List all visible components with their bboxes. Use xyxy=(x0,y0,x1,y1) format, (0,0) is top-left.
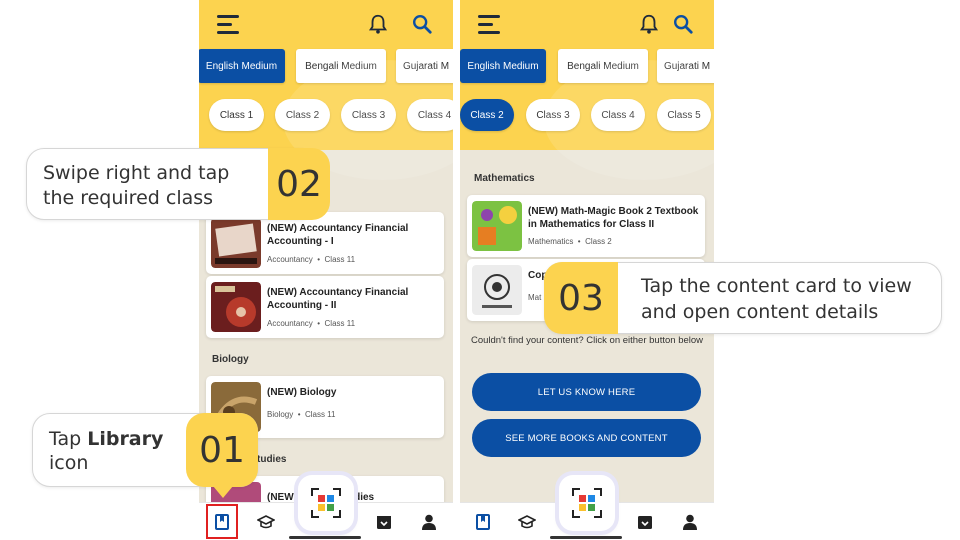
search-icon[interactable] xyxy=(411,12,433,36)
class-chip[interactable]: Class 3 xyxy=(526,99,580,131)
hamburger-icon[interactable] xyxy=(478,15,500,34)
card-title: (NEW) Accountancy Financial Accounting -… xyxy=(267,287,409,311)
home-indicator xyxy=(289,536,361,539)
section-label: Biology xyxy=(212,354,249,365)
let-us-know-button[interactable]: LET US KNOW HERE xyxy=(472,373,701,411)
callout-pointer xyxy=(213,486,233,498)
bell-icon[interactable] xyxy=(638,12,660,36)
help-text: Couldn't find your content? Click on eit… xyxy=(470,335,704,346)
medium-chip[interactable]: Gujarati M xyxy=(396,49,453,83)
courses-icon[interactable] xyxy=(518,513,536,531)
library-icon-highlight xyxy=(206,504,238,539)
step-number-2: 02 xyxy=(268,148,330,220)
card-meta: Accountancy • Class 11 xyxy=(267,255,356,264)
app-header: English Medium Bengali Medium Gujarati M… xyxy=(460,0,714,180)
profile-icon[interactable] xyxy=(681,513,699,531)
qr-scan-icon xyxy=(311,488,341,518)
content-card[interactable]: (NEW) Accountancy Financial Accounting -… xyxy=(206,276,444,338)
bell-icon[interactable] xyxy=(367,12,389,36)
callout-text: Swipe right and tap the required class xyxy=(43,162,230,209)
medium-chip[interactable]: English Medium xyxy=(199,49,285,83)
profile-icon[interactable] xyxy=(420,513,438,531)
step-number-3: 03 xyxy=(544,262,618,334)
class-chip[interactable]: Class 1 xyxy=(209,99,264,131)
medium-chip[interactable]: Gujarati M xyxy=(657,49,714,83)
book-cover-thumbnail xyxy=(472,201,522,251)
courses-icon[interactable] xyxy=(257,513,275,531)
card-meta: Mat xyxy=(528,293,542,302)
qr-scan-icon xyxy=(572,488,602,518)
downloads-icon[interactable] xyxy=(636,513,654,531)
home-indicator xyxy=(550,536,622,539)
section-label-partial: tudies xyxy=(257,454,287,465)
book-cover-thumbnail xyxy=(211,218,261,268)
callout-text: Tap the content card to view and open co… xyxy=(641,275,912,323)
library-icon[interactable] xyxy=(474,513,492,531)
qr-scan-button[interactable] xyxy=(559,475,615,531)
medium-filter-row: English Medium Bengali Medium Gujarati M xyxy=(460,49,714,85)
card-title: (NEW) Math-Magic Book 2 Textbook in Math… xyxy=(528,206,699,230)
content-card[interactable]: (NEW) Accountancy Financial Accounting -… xyxy=(206,212,444,274)
class-chip[interactable]: Class 4 xyxy=(591,99,645,131)
app-header: English Medium Bengali Medium Gujarati M… xyxy=(199,0,453,180)
class-chip[interactable]: Class 5 xyxy=(657,99,711,131)
qr-scan-button[interactable] xyxy=(298,475,354,531)
class-filter-row: Class 1 Class 2 Class 3 Class 4 xyxy=(199,99,453,135)
content-card[interactable]: (NEW) Math-Magic Book 2 Textbook in Math… xyxy=(467,195,705,257)
card-meta: Biology • Class 11 xyxy=(267,410,336,419)
see-more-books-button[interactable]: SEE MORE BOOKS AND CONTENT xyxy=(472,419,701,457)
card-meta: Accountancy • Class 11 xyxy=(267,319,356,328)
medium-chip[interactable]: English Medium xyxy=(460,49,546,83)
book-cover-thumbnail xyxy=(211,282,261,332)
medium-filter-row: English Medium Bengali Medium Gujarati M xyxy=(199,49,453,85)
downloads-icon[interactable] xyxy=(375,513,393,531)
medium-chip[interactable]: Bengali Medium xyxy=(558,49,648,83)
class-filter-row: Class 2 Class 3 Class 4 Class 5 xyxy=(460,99,714,135)
search-icon[interactable] xyxy=(672,12,694,36)
book-cover-thumbnail xyxy=(472,265,522,315)
step-number-1: 01 xyxy=(186,413,258,487)
hamburger-icon[interactable] xyxy=(217,15,239,34)
class-chip[interactable]: Class 2 xyxy=(460,99,514,131)
card-meta: Mathematics • Class 2 xyxy=(528,237,612,246)
class-chip[interactable]: Class 2 xyxy=(275,99,330,131)
bottom-navigation xyxy=(460,475,714,540)
medium-chip[interactable]: Bengali Medium xyxy=(296,49,386,83)
class-chip[interactable]: Class 4 xyxy=(407,99,453,131)
section-label: Mathematics xyxy=(474,173,535,184)
card-title: (NEW) Biology xyxy=(267,387,337,398)
callout-text: Tap Library icon xyxy=(49,428,164,474)
card-title: (NEW) Accountancy Financial Accounting -… xyxy=(267,223,409,247)
class-chip[interactable]: Class 3 xyxy=(341,99,396,131)
